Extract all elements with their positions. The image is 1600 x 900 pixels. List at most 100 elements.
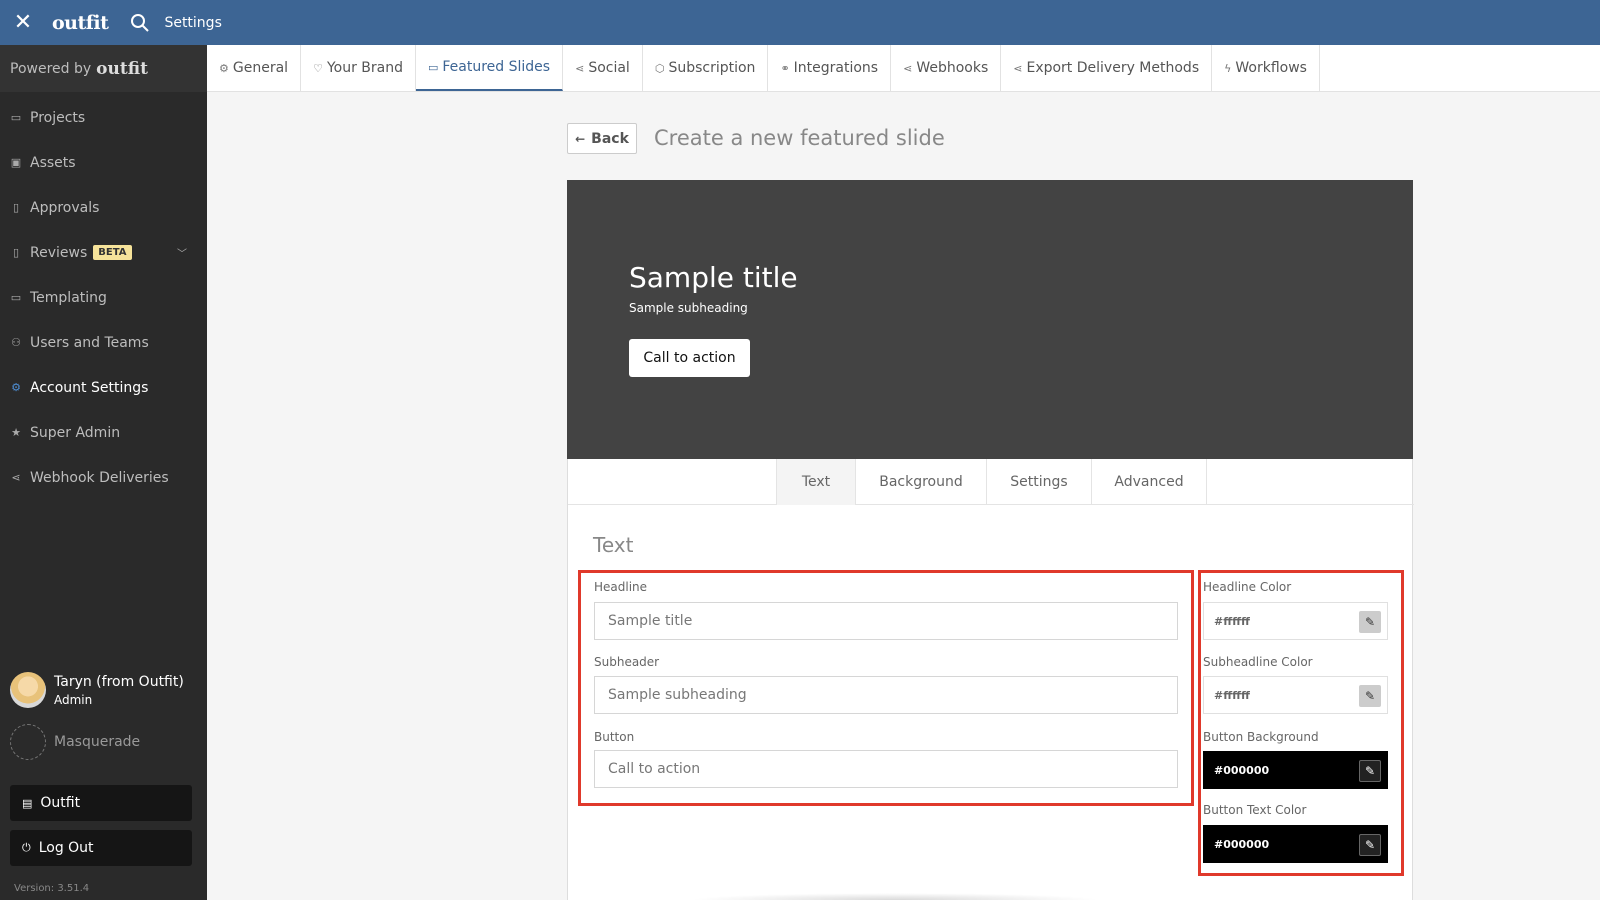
headline-color-label: Headline Color xyxy=(1203,580,1292,594)
tab-your-brand[interactable]: ♡ Your Brand xyxy=(301,45,416,91)
search-icon[interactable] xyxy=(130,13,150,33)
clipboard-icon: ▯ xyxy=(12,201,20,214)
sidebar-item-label: Assets xyxy=(30,154,76,171)
tab-settings[interactable]: Settings xyxy=(986,459,1091,505)
version-text: Version: 3.51.4 xyxy=(14,883,90,894)
tab-social[interactable]: ⋖ Social xyxy=(563,45,643,91)
folder-icon: ▭ xyxy=(10,111,22,124)
chevron-down-icon[interactable]: ﹀ xyxy=(177,245,187,260)
tab-label: Export Delivery Methods xyxy=(1026,60,1200,76)
sidebar-item-assets[interactable]: ▣ Assets xyxy=(0,140,207,185)
tab-integrations[interactable]: ⚭ Integrations xyxy=(768,45,892,91)
tab-label: Subscription xyxy=(668,60,756,76)
sidebar-item-label: Webhook Deliveries xyxy=(30,469,169,486)
outfit-logo[interactable]: outfit xyxy=(52,12,109,34)
masquerade-avatar-icon xyxy=(10,724,46,760)
link-icon: ⚭ xyxy=(780,61,790,75)
tab-featured-slides[interactable]: ▭ Featured Slides xyxy=(415,45,564,91)
share-icon: ⋖ xyxy=(11,471,21,484)
image-icon: ▣ xyxy=(10,156,22,169)
bolt-icon: ϟ xyxy=(1224,61,1232,75)
button-text-color-value: #000000 xyxy=(1214,837,1270,851)
sidebar-item-projects[interactable]: ▭ Projects xyxy=(0,95,207,140)
share-icon: ⋖ xyxy=(575,61,585,75)
tab-general[interactable]: ⚙ General xyxy=(207,45,302,91)
users-icon: ⚇ xyxy=(11,336,21,349)
arrow-left-icon: ← xyxy=(575,131,586,146)
avatar xyxy=(10,672,46,708)
back-button[interactable]: ← Back xyxy=(567,123,637,154)
powered-by: Powered by outfit xyxy=(0,45,207,92)
tab-text[interactable]: Text xyxy=(776,459,855,505)
pencil-icon[interactable]: ✎ xyxy=(1359,834,1381,856)
button-text-input[interactable]: Call to action xyxy=(594,750,1178,788)
preview-cta-button[interactable]: Call to action xyxy=(629,339,750,377)
tab-webhooks[interactable]: ⋖ Webhooks xyxy=(891,45,1002,91)
pencil-icon[interactable]: ✎ xyxy=(1359,611,1381,633)
button-text-color-label: Button Text Color xyxy=(1203,803,1307,817)
close-icon[interactable]: ✕ xyxy=(0,0,46,45)
sidebar-item-label: Account Settings xyxy=(30,379,149,396)
sidebar-item-users-and-teams[interactable]: ⚇ Users and Teams xyxy=(0,320,207,365)
page-title: Create a new featured slide xyxy=(654,126,945,150)
sidebar-item-label: Reviews xyxy=(30,244,88,261)
sidebar: Powered by outfit ▭ Projects ▣ Assets ▯ App… xyxy=(0,45,207,900)
tab-advanced[interactable]: Advanced xyxy=(1091,459,1207,505)
back-button-label: Back xyxy=(591,130,629,147)
subheadline-color-label: Subheadline Color xyxy=(1203,655,1313,669)
slide-editor: Text Background Settings Advanced Text H… xyxy=(567,459,1414,900)
sidebar-item-label: Projects xyxy=(30,109,86,126)
headline-label: Headline xyxy=(594,580,648,594)
top-bar: ✕ outfit Settings xyxy=(0,0,1600,45)
button-background-value: #000000 xyxy=(1214,763,1270,777)
button-background-label: Button Background xyxy=(1203,730,1319,744)
heart-icon: ♡ xyxy=(313,61,323,75)
headline-input[interactable]: Sample title xyxy=(594,602,1178,640)
building-icon: ▤ xyxy=(22,796,33,810)
star-icon: ★ xyxy=(11,426,21,439)
preview-subheading: Sample subheading xyxy=(629,301,748,315)
sidebar-item-super-admin[interactable]: ★ Super Admin xyxy=(0,410,207,455)
masquerade-button[interactable]: Masquerade xyxy=(10,724,140,760)
subheadline-color-input[interactable]: #ffffff ✎ xyxy=(1203,676,1388,714)
tab-label: General xyxy=(232,60,289,76)
settings-tabs: ⚙ General ♡ Your Brand ▭ Featured Slides ⋖ S… xyxy=(207,45,1600,92)
sidebar-item-label: Users and Teams xyxy=(30,334,149,351)
monitor-icon: ▭ xyxy=(10,291,22,304)
clipboard-icon: ▯ xyxy=(12,246,20,259)
button-text-color-input[interactable]: #000000 ✎ xyxy=(1203,825,1388,863)
headline-color-input[interactable]: #ffffff ✎ xyxy=(1203,602,1388,640)
sidebar-item-label: Super Admin xyxy=(30,424,121,441)
subheader-label: Subheader xyxy=(594,655,660,669)
sidebar-item-approvals[interactable]: ▯ Approvals xyxy=(0,185,207,230)
tab-workflows[interactable]: ϟ Workflows xyxy=(1212,45,1320,91)
floating-bar-shadow xyxy=(690,893,1100,900)
user-profile[interactable]: Taryn (from Outfit) Admin xyxy=(10,672,184,708)
button-label: Button xyxy=(594,730,635,744)
powered-by-label: Powered by xyxy=(10,60,92,77)
pencil-icon[interactable]: ✎ xyxy=(1359,685,1381,707)
tab-label: Integrations xyxy=(793,60,879,76)
subheader-input[interactable]: Sample subheading xyxy=(594,676,1178,714)
outfit-button[interactable]: ▤ Outfit xyxy=(10,785,192,821)
tab-label: Social xyxy=(588,60,630,76)
tab-export-delivery-methods[interactable]: ⋖ Export Delivery Methods xyxy=(1001,45,1213,91)
sidebar-item-reviews[interactable]: ▯ Reviews BETA ﹀ xyxy=(0,230,207,275)
logout-button-label: Log Out xyxy=(38,840,94,856)
tab-subscription[interactable]: ⬡ Subscription xyxy=(643,45,769,91)
tab-background[interactable]: Background xyxy=(855,459,986,505)
sidebar-item-templating[interactable]: ▭ Templating xyxy=(0,275,207,320)
headline-color-value: #ffffff xyxy=(1214,614,1250,628)
monitor-icon: ▭ xyxy=(427,60,439,74)
sidebar-item-account-settings[interactable]: ⚙ Account Settings xyxy=(0,365,207,410)
tab-label: Workflows xyxy=(1235,60,1307,76)
logout-button[interactable]: ⏻ Log Out xyxy=(10,830,192,866)
masquerade-label: Masquerade xyxy=(54,734,141,750)
pencil-icon[interactable]: ✎ xyxy=(1359,760,1381,782)
button-background-input[interactable]: #000000 ✎ xyxy=(1203,751,1388,789)
beta-badge: BETA xyxy=(93,245,132,260)
tab-label: Featured Slides xyxy=(442,59,551,75)
tab-label: Your Brand xyxy=(326,60,403,76)
share-icon: ⋖ xyxy=(903,61,913,75)
sidebar-item-webhook-deliveries[interactable]: ⋖ Webhook Deliveries xyxy=(0,455,207,500)
